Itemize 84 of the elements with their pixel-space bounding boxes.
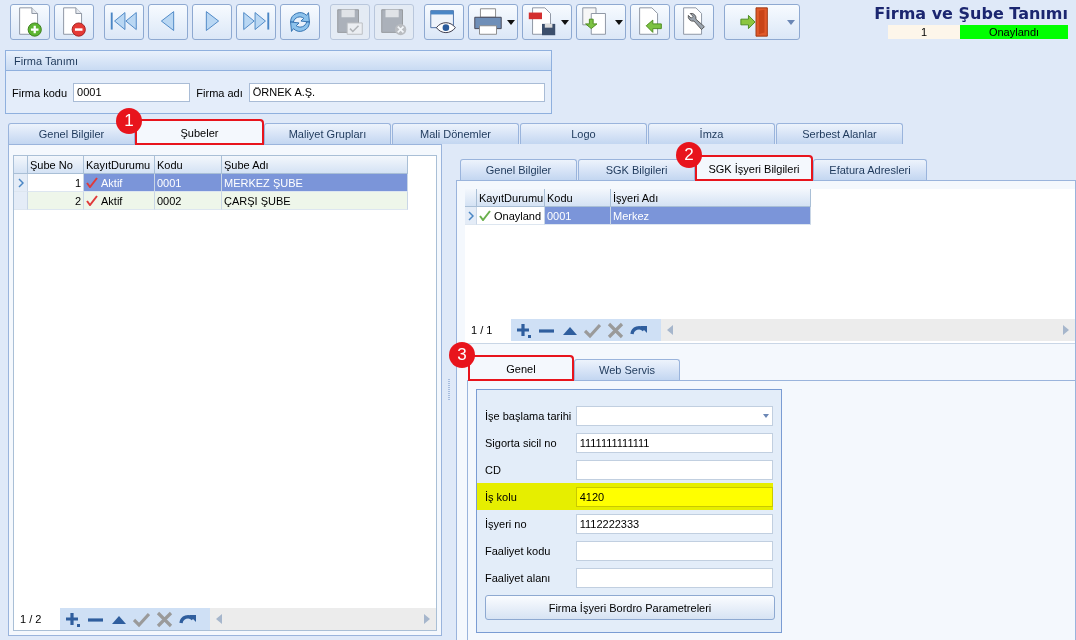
input-field[interactable] [575,540,773,561]
dropdown-field[interactable] [575,405,773,426]
toolbar-button[interactable] [54,4,94,40]
header-corner-cell [465,189,477,207]
table-cell: 0001 [545,207,611,225]
table-cell: Aktif [101,176,123,189]
caret-icon [615,19,623,25]
caret-icon [561,19,569,25]
column-header[interactable]: Şube No [28,156,84,174]
input-field[interactable]: ÖRNEK A.Ş. [248,83,545,102]
horizontal-scrollbar[interactable] [661,319,1075,341]
page-indicator: 1 / 2 [19,613,43,625]
scroll-left-icon[interactable] [216,614,222,624]
row-indicator-cell[interactable] [14,174,28,192]
column-header[interactable]: KayıtDurumu [84,156,155,174]
toolbar-button[interactable] [724,4,800,40]
record-number: 1 [888,25,960,39]
horizontal-scrollbar[interactable] [210,608,436,630]
field-label: Firma kodu [12,86,68,99]
caret-icon [787,19,795,25]
tab[interactable]: Web Servis [574,359,680,380]
column-header[interactable]: KayıtDurumu [477,189,545,207]
toolbar-button[interactable] [280,4,320,40]
tab[interactable]: İmza [648,123,775,144]
tab[interactable]: Şubeler [136,120,263,144]
table-cell: Merkez [611,207,811,225]
tab[interactable]: Genel Bilgiler [460,159,577,180]
toolbar-button[interactable] [522,4,572,40]
add-icon[interactable] [64,610,81,628]
tab[interactable]: SGK Bilgileri [578,159,695,180]
field-label: Faaliyet alanı [485,571,552,584]
toolbar-button[interactable] [424,4,464,40]
column-header[interactable]: Şube Adı [222,156,408,174]
field-label: Faaliyet kodu [485,544,552,557]
scroll-left-icon[interactable] [667,325,673,335]
column-header[interactable]: Kodu [155,156,222,174]
input-field[interactable]: 1111111111111 [575,432,773,453]
tab[interactable]: Serbest Alanlar [776,123,903,144]
table-cell: MERKEZ ŞUBE [222,174,408,192]
scroll-right-icon[interactable] [1063,325,1069,335]
caret-icon [763,413,769,418]
input-field[interactable]: 0001 [73,83,191,102]
column-header[interactable]: Kodu [545,189,611,207]
row-indicator-icon [467,210,474,221]
parameters-button[interactable]: Firma İşyeri Bordro Parametreleri [485,595,775,620]
tab[interactable]: Genel [469,356,573,380]
panel-title: Firma Tanımı [14,54,78,67]
table-cell: ÇARŞI ŞUBE [222,192,408,210]
table-cell: 0002 [155,192,222,210]
callout-badge: 3 [449,342,475,368]
input-field[interactable] [575,459,773,480]
table-cell: Aktif [101,194,123,207]
checkmark-icon [479,210,491,221]
field-label: CD [485,463,502,476]
status-label: Onaylandı [960,25,1068,39]
row-indicator-cell[interactable] [14,192,28,210]
row-indicator-icon [17,177,24,188]
checkmark-icon [86,195,98,206]
tab[interactable]: Logo [520,123,647,144]
field-label: İş kolu [485,490,518,503]
input-field[interactable]: 4120 [575,486,773,507]
tab[interactable]: Maliyet Grupları [264,123,391,144]
window-title: Firma ve Şube Tanımı [874,4,1068,23]
caret-icon [507,19,515,25]
toolbar-button[interactable] [674,4,714,40]
toolbar-button[interactable] [468,4,518,40]
checkmark-icon [86,177,98,188]
tab[interactable]: Efatura Adresleri [813,159,927,180]
input-field[interactable] [575,567,773,588]
column-header[interactable]: İşyeri Adı [611,189,811,207]
input-field[interactable]: 1112222333 [575,513,773,534]
add-icon[interactable] [515,321,532,339]
page-indicator: 1 / 1 [470,324,494,336]
row-indicator-cell[interactable] [465,207,477,225]
scroll-right-icon[interactable] [424,614,430,624]
field-label: Firma adı [196,86,243,99]
field-label: İşe başlama tarihi [485,409,573,422]
table-cell: Onayland [494,209,542,222]
field-label: Sigorta sicil no [485,436,558,449]
table-cell: 2 [28,192,84,210]
field-label: İşyeri no [485,517,528,530]
table-cell: 0001 [155,174,222,192]
tab[interactable]: SGK İşyeri Bilgileri [696,156,812,180]
tab[interactable]: Mali Dönemler [392,123,519,144]
